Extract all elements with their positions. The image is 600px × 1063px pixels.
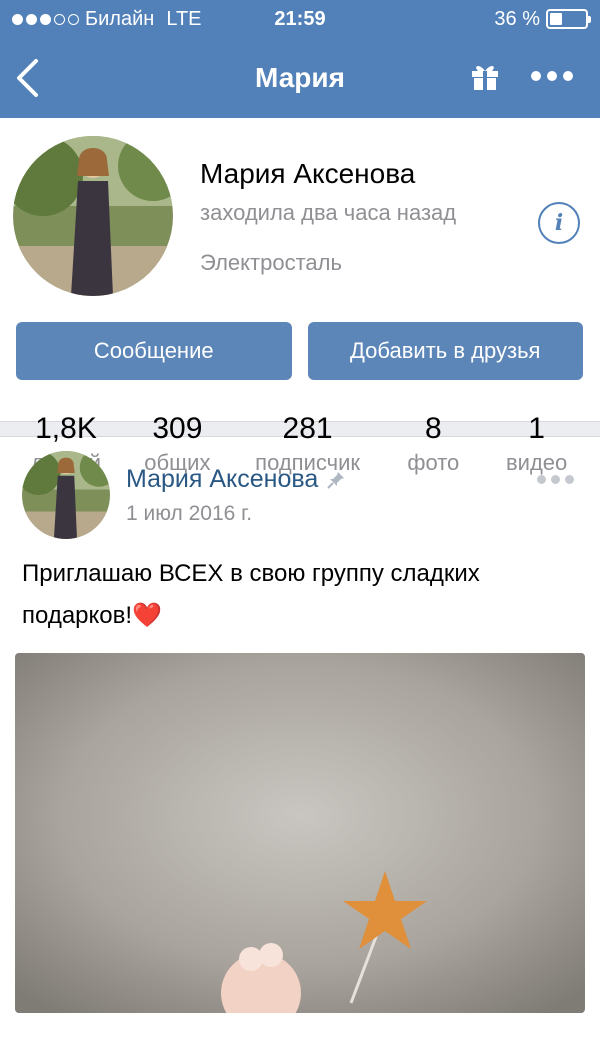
- info-button[interactable]: i: [538, 202, 580, 244]
- counter-value: 8: [424, 412, 442, 445]
- back-arrow-icon: [17, 59, 38, 97]
- post-image[interactable]: [15, 653, 585, 1013]
- online-status: заходила два часа назад: [200, 200, 457, 225]
- battery-percent: 36 %: [494, 7, 540, 30]
- counter-value: 1: [528, 412, 545, 445]
- add-friend-button[interactable]: Добавить в друзья: [307, 322, 583, 380]
- battery-icon: [546, 9, 591, 29]
- network-type: LTE: [166, 7, 202, 30]
- post-author-name: Мария Аксенова: [126, 465, 319, 493]
- post-date: 1 июл 2016 г.: [126, 502, 253, 525]
- counter-value: 309: [152, 412, 203, 445]
- profile-avatar[interactable]: [13, 136, 173, 296]
- post-author-avatar[interactable]: [22, 451, 110, 539]
- profile-name: Мария Аксенова: [200, 158, 416, 189]
- profile-city: Электросталь: [200, 250, 342, 275]
- back-button[interactable]: [0, 38, 70, 118]
- post-more-button[interactable]: [537, 475, 574, 484]
- gift-button[interactable]: [470, 61, 500, 96]
- counter-value: 281: [282, 412, 333, 445]
- more-button[interactable]: [530, 69, 574, 87]
- avatar-photo: [13, 136, 173, 296]
- more-horizontal-icon: [531, 71, 573, 81]
- avatar-photo: [22, 451, 110, 539]
- post-photo: [15, 653, 585, 1013]
- signal-strength-icon: [12, 13, 79, 25]
- wall-post: Мария Аксенова 1 июл 2016 г. Приглашаю В…: [0, 437, 600, 1013]
- message-button[interactable]: Сообщение: [16, 322, 292, 380]
- status-bar: Билайн LTE 21:59 36 %: [0, 0, 600, 38]
- pin-icon: [327, 471, 345, 489]
- top-header: Билайн LTE 21:59 36 % Мария: [0, 0, 600, 118]
- counter-value: 1,8K: [35, 412, 97, 445]
- profile-header: Мария Аксенова заходила два часа назад Э…: [0, 118, 600, 475]
- gift-icon: [472, 65, 498, 90]
- post-author[interactable]: Мария Аксенова: [126, 465, 346, 494]
- navigation-bar: Мария: [0, 38, 600, 118]
- carrier-name: Билайн: [85, 7, 155, 30]
- post-text: Приглашаю ВСЕХ в свою группу сладких под…: [22, 560, 480, 629]
- info-icon: i: [554, 210, 564, 236]
